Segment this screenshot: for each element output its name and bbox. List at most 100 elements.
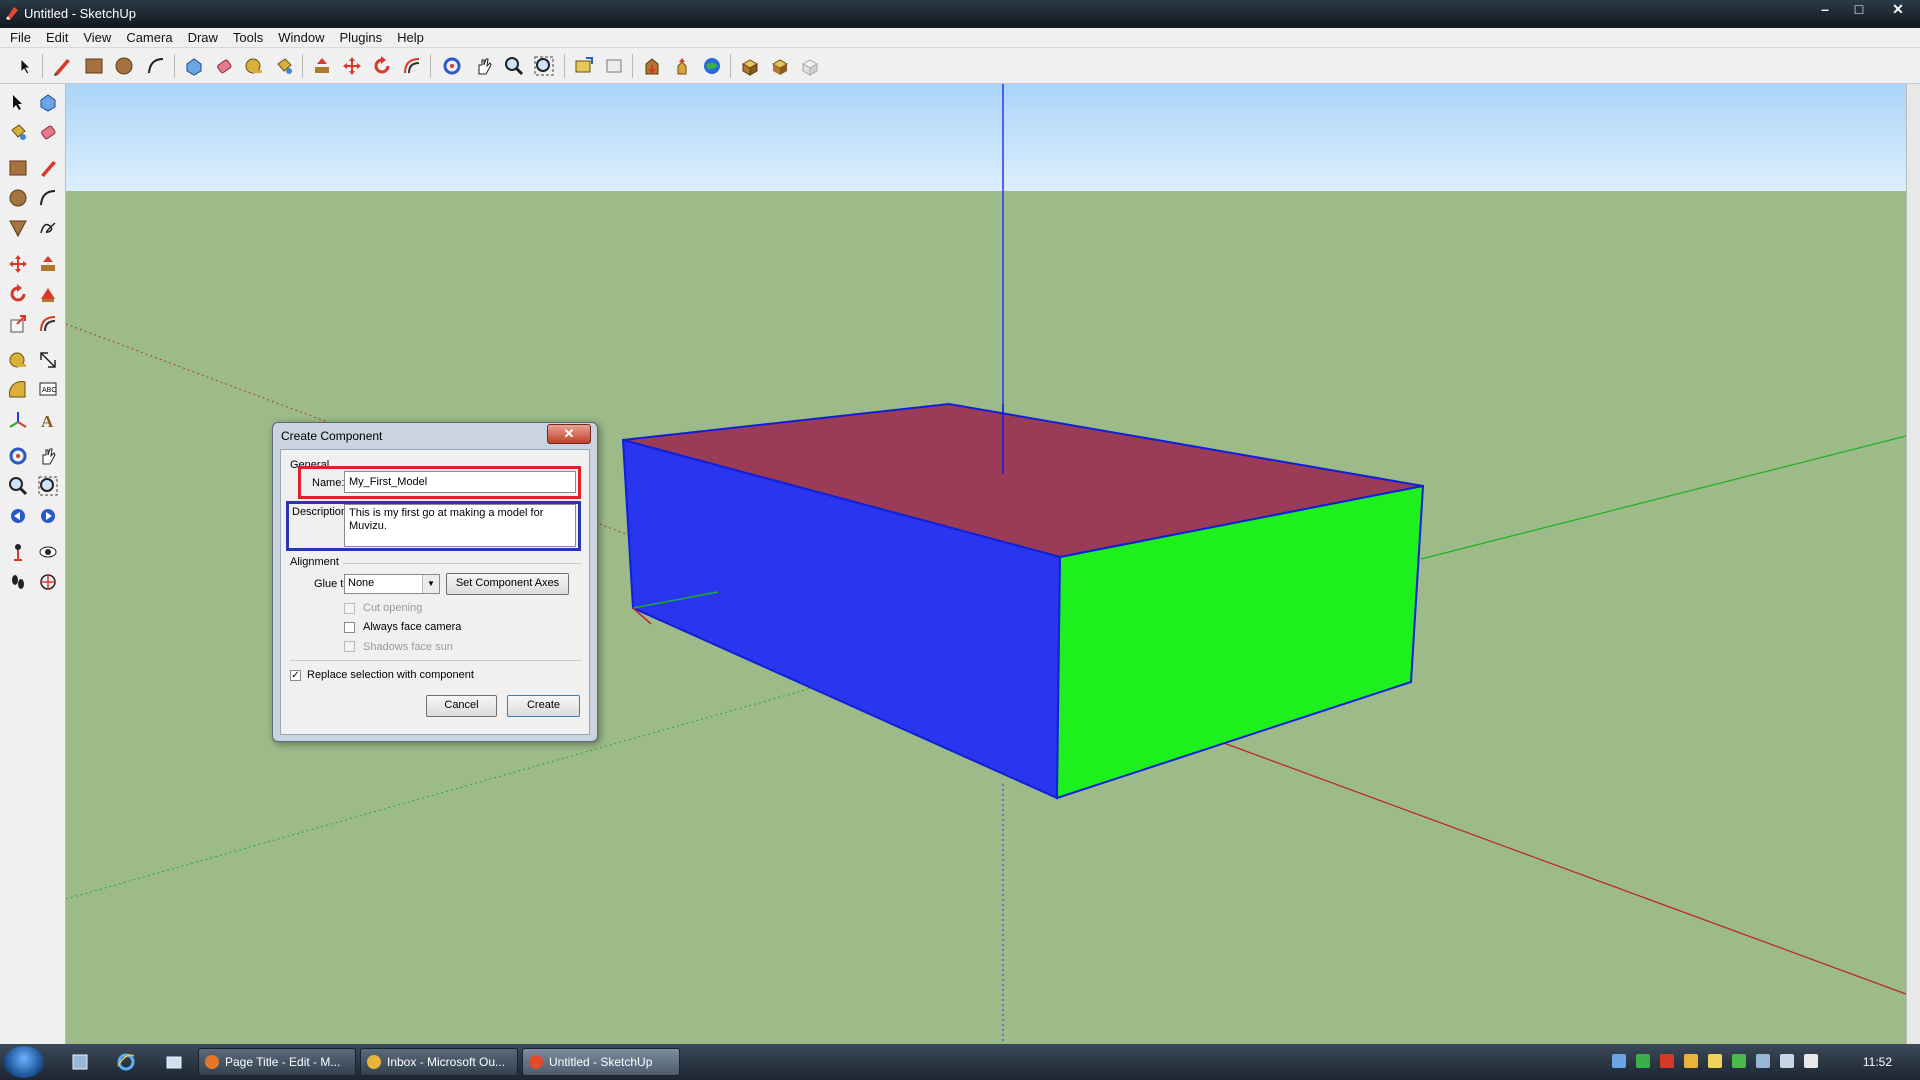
glue-to-select[interactable]: None ▼	[344, 574, 440, 594]
menu-help[interactable]: Help	[391, 30, 433, 45]
menu-camera[interactable]: Camera	[120, 30, 181, 45]
taskbar-item-inbox[interactable]: Inbox - Microsoft Ou...	[360, 1048, 518, 1076]
network-tray-icon[interactable]	[1612, 1054, 1626, 1068]
component-tool-icon[interactable]	[738, 54, 762, 78]
shadows-face-sun-checkbox[interactable]	[344, 641, 355, 652]
taskbar-item-sketchup[interactable]: Untitled - SketchUp	[522, 1048, 680, 1076]
next-view-icon[interactable]	[602, 54, 626, 78]
zoom-window-icon[interactable]	[35, 473, 61, 499]
display-tray-icon[interactable]	[1756, 1054, 1770, 1068]
adobe-tray-icon[interactable]	[1660, 1054, 1674, 1068]
tape-measure-icon[interactable]	[242, 54, 266, 78]
select-tool-icon[interactable]	[14, 54, 38, 78]
cancel-button[interactable]: Cancel	[426, 695, 497, 717]
google-earth-icon[interactable]	[700, 54, 724, 78]
push-pull-icon[interactable]	[35, 251, 61, 277]
menu-plugins[interactable]: Plugins	[334, 30, 392, 45]
close-window-button[interactable]: ✕	[1876, 0, 1920, 20]
previous-view-icon[interactable]	[5, 503, 31, 529]
protractor-tool-icon[interactable]	[5, 377, 31, 403]
push-pull-icon[interactable]	[310, 54, 334, 78]
arc-tool-icon[interactable]	[144, 54, 168, 78]
get-models-icon[interactable]	[640, 54, 664, 78]
paint-bucket-icon[interactable]	[272, 54, 296, 78]
battery-tray-icon[interactable]	[1732, 1054, 1746, 1068]
next-view-icon[interactable]	[35, 503, 61, 529]
polygon-tool-icon[interactable]	[5, 215, 31, 241]
internet-explorer-icon[interactable]	[116, 1052, 136, 1072]
title-bar: Untitled - SketchUp – □ ✕	[0, 0, 1920, 28]
make-component-icon[interactable]	[35, 89, 61, 115]
axes-tool-icon[interactable]	[5, 407, 31, 433]
rotate-tool-icon[interactable]	[370, 54, 394, 78]
freehand-tool-icon[interactable]	[35, 215, 61, 241]
dialog-close-icon[interactable]: ✕	[547, 424, 591, 444]
windows-start-icon[interactable]	[4, 1046, 44, 1078]
cut-opening-label: Cut opening	[363, 602, 423, 614]
tape-measure-icon[interactable]	[5, 347, 31, 373]
always-face-camera-checkbox[interactable]	[344, 622, 355, 633]
volume-tray-icon[interactable]	[1780, 1054, 1794, 1068]
look-around-icon[interactable]	[35, 539, 61, 565]
zoom-tool-icon[interactable]	[502, 54, 526, 78]
replace-selection-checkbox[interactable]: ✓	[290, 670, 301, 681]
scale-tool-icon[interactable]	[5, 311, 31, 337]
name-field[interactable]: My_First_Model	[344, 471, 576, 493]
pencil-tool-icon[interactable]	[35, 155, 61, 181]
orbit-tool-icon[interactable]	[5, 443, 31, 469]
follow-me-icon[interactable]	[35, 281, 61, 307]
menu-draw[interactable]: Draw	[182, 30, 227, 45]
3d-text-tool-icon[interactable]: A	[35, 407, 61, 433]
ruby-console-icon[interactable]	[798, 54, 822, 78]
zoom-extents-icon[interactable]	[532, 54, 556, 78]
dynamic-component-icon[interactable]	[768, 54, 792, 78]
cut-opening-checkbox[interactable]	[344, 603, 355, 614]
taskbar-item-page-title[interactable]: Page Title - Edit - M...	[198, 1048, 356, 1076]
sketchup-logo-icon	[529, 1055, 543, 1069]
menu-tools[interactable]: Tools	[227, 30, 272, 45]
orbit-tool-icon[interactable]	[440, 54, 464, 78]
rectangle-tool-icon[interactable]	[5, 155, 31, 181]
show-desktop-icon[interactable]	[70, 1052, 90, 1072]
rotate-tool-icon[interactable]	[5, 281, 31, 307]
move-tool-icon[interactable]	[340, 54, 364, 78]
flag-tray-icon[interactable]	[1804, 1054, 1818, 1068]
pan-tool-icon[interactable]	[472, 54, 496, 78]
dimension-tool-icon[interactable]	[35, 347, 61, 373]
maximize-button[interactable]: □	[1842, 0, 1876, 20]
arc-tool-icon[interactable]	[35, 185, 61, 211]
security-tray-icon[interactable]	[1636, 1054, 1650, 1068]
walk-tool-icon[interactable]	[5, 569, 31, 595]
windows-explorer-icon[interactable]	[164, 1052, 184, 1072]
move-tool-icon[interactable]	[5, 251, 31, 277]
eraser-tool-icon[interactable]	[212, 54, 236, 78]
update-tray-icon[interactable]	[1684, 1054, 1698, 1068]
section-plane-icon[interactable]	[35, 569, 61, 595]
share-model-icon[interactable]	[670, 54, 694, 78]
position-camera-icon[interactable]	[5, 539, 31, 565]
menu-file[interactable]: File	[4, 30, 40, 45]
zoom-tool-icon[interactable]	[5, 473, 31, 499]
pencil-tool-icon[interactable]	[50, 54, 74, 78]
clock[interactable]: 11:52	[1863, 1055, 1892, 1069]
messenger-tray-icon[interactable]	[1708, 1054, 1722, 1068]
circle-tool-icon[interactable]	[112, 54, 136, 78]
description-field[interactable]: This is my first go at making a model fo…	[344, 504, 576, 547]
offset-tool-icon[interactable]	[400, 54, 424, 78]
rectangle-tool-icon[interactable]	[82, 54, 106, 78]
menu-view[interactable]: View	[77, 30, 120, 45]
menu-edit[interactable]: Edit	[40, 30, 77, 45]
set-component-axes-button[interactable]: Set Component Axes	[446, 573, 569, 595]
text-tool-icon[interactable]: ABC	[35, 377, 61, 403]
select-tool-icon[interactable]	[5, 89, 31, 115]
offset-tool-icon[interactable]	[35, 311, 61, 337]
pan-tool-icon[interactable]	[35, 443, 61, 469]
minimize-button[interactable]: –	[1808, 0, 1842, 20]
paint-bucket-icon[interactable]	[5, 119, 31, 145]
make-component-icon[interactable]	[182, 54, 206, 78]
previous-view-icon[interactable]	[572, 54, 596, 78]
eraser-tool-icon[interactable]	[35, 119, 61, 145]
create-button[interactable]: Create	[507, 695, 580, 717]
menu-window[interactable]: Window	[272, 30, 333, 45]
circle-tool-icon[interactable]	[5, 185, 31, 211]
